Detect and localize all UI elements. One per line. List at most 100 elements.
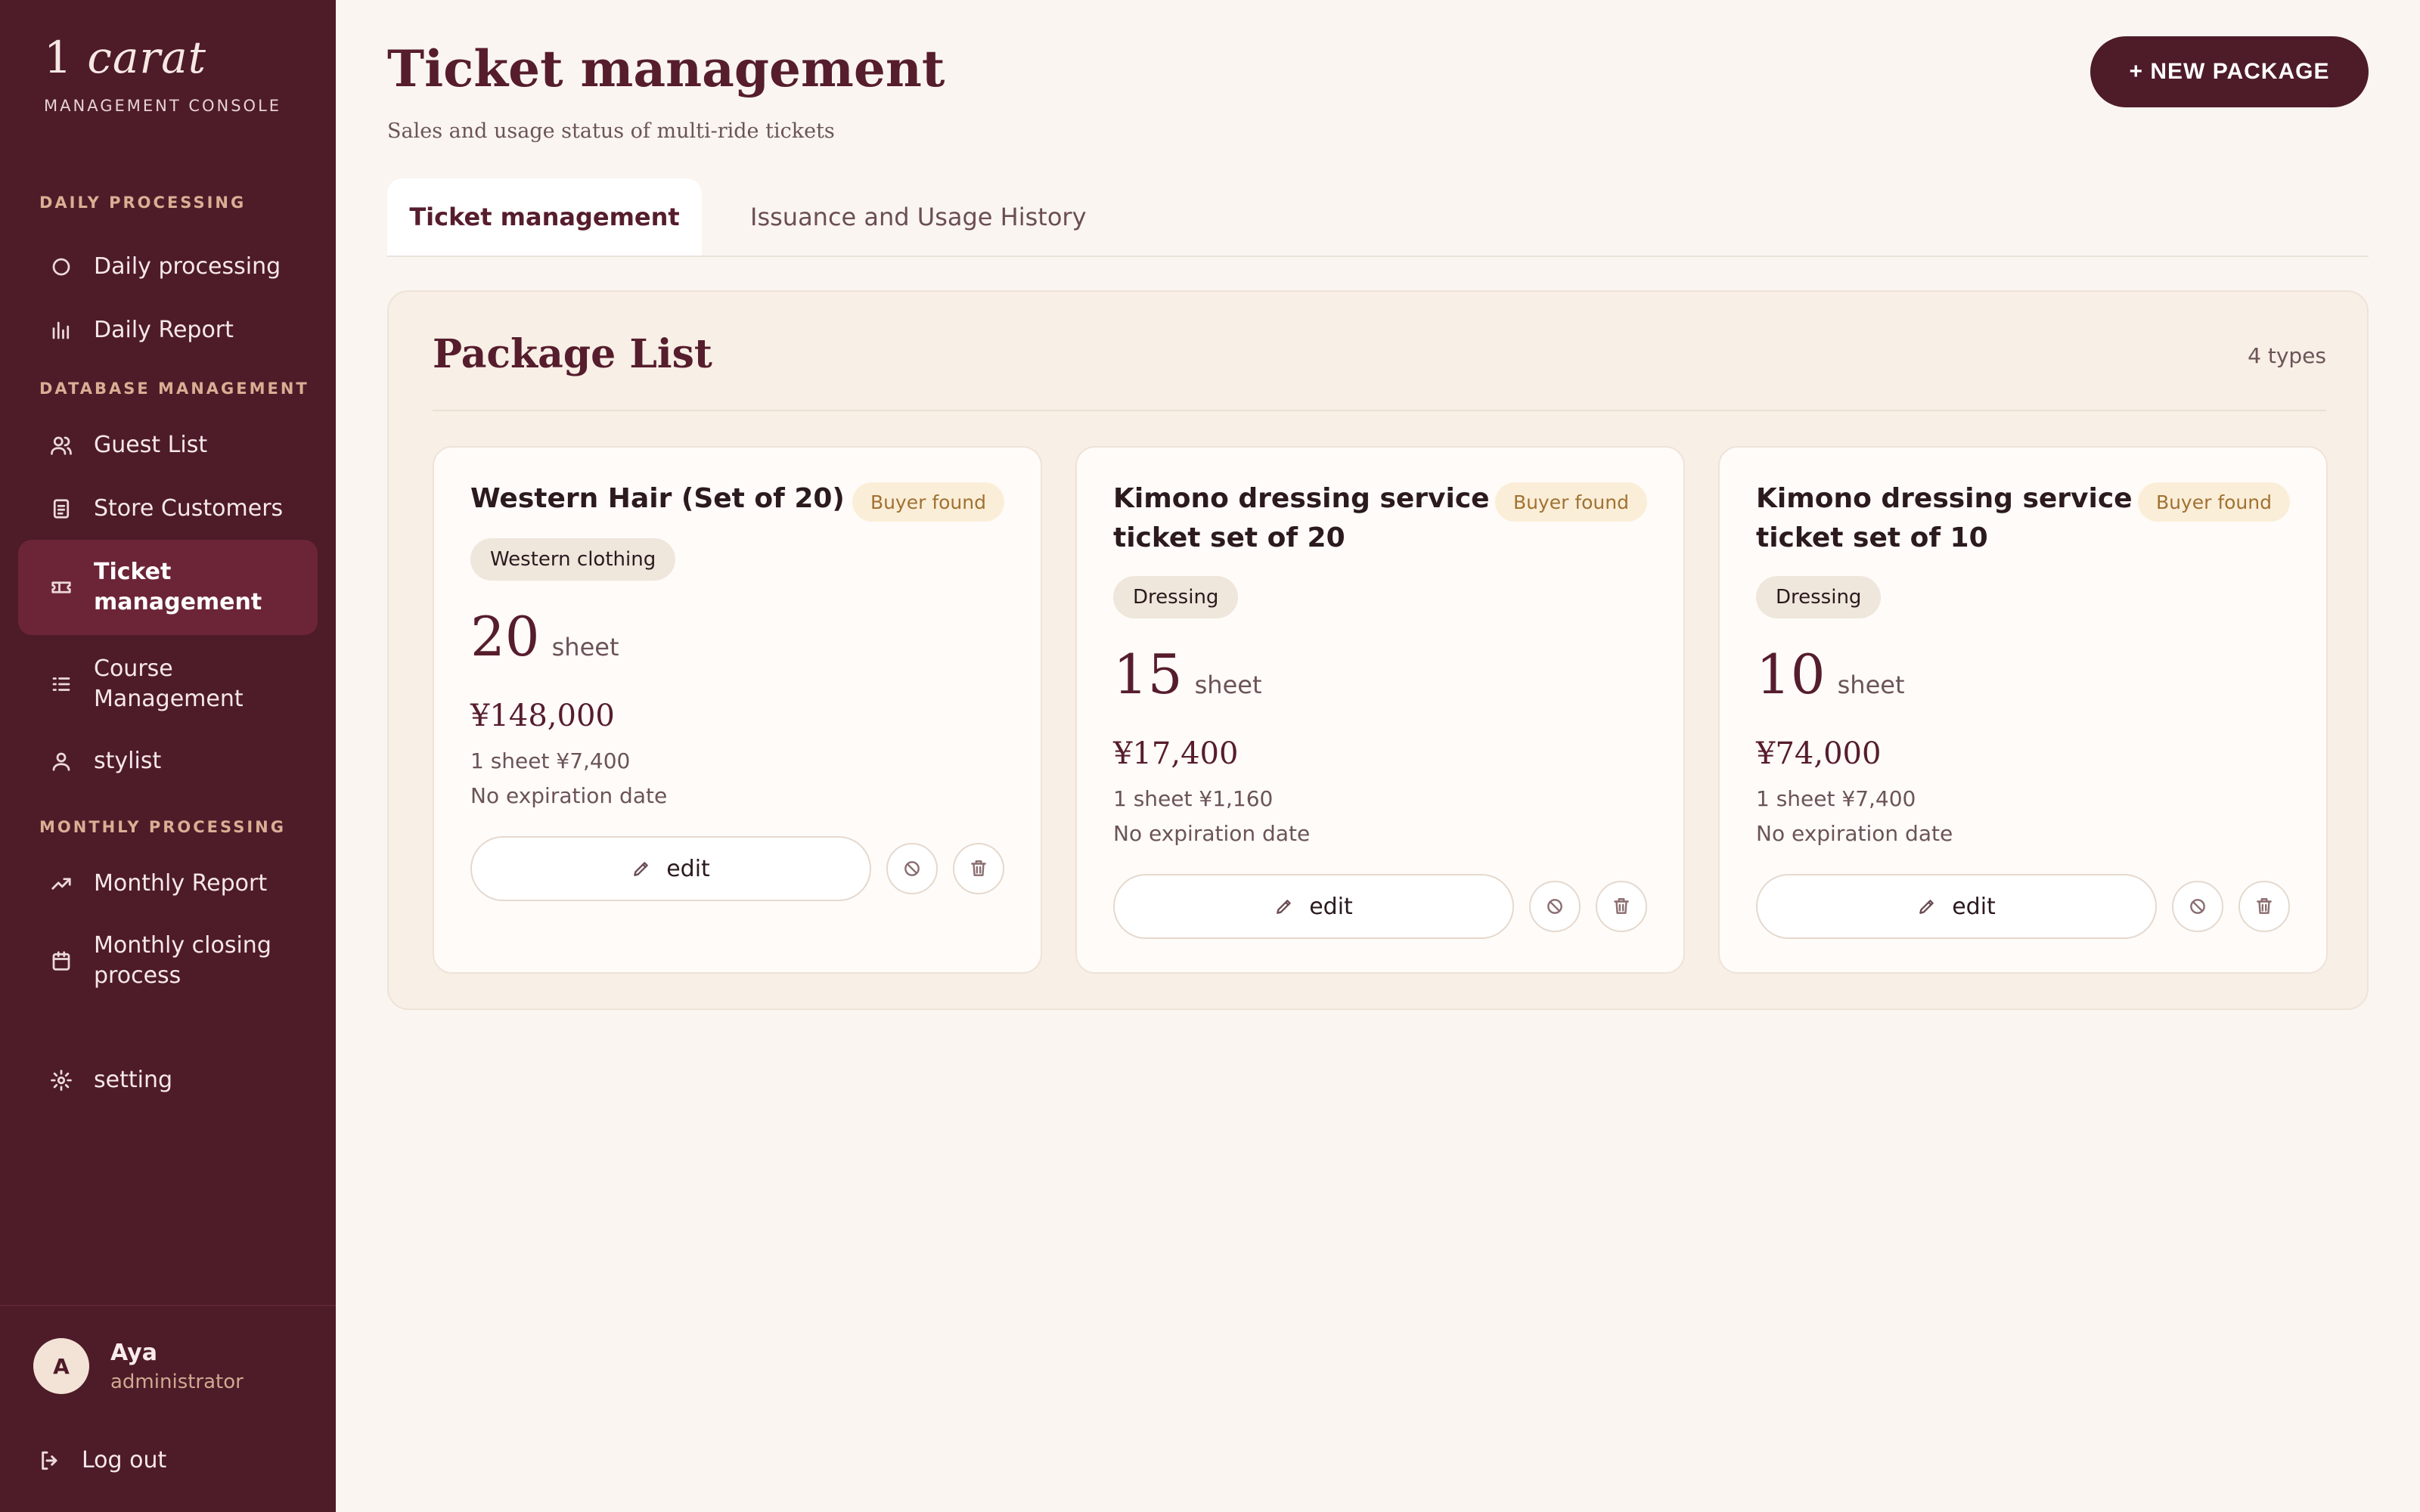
user-role: administrator [110,1370,244,1393]
package-title: Kimono dressing service ticket set of 10 [1756,483,2133,553]
sidebar-item-daily-processing[interactable]: Daily processing [18,243,318,290]
expiration-text: No expiration date [470,783,668,808]
page-subtitle: Sales and usage status of multi-ride tic… [387,119,835,143]
edit-label: edit [666,855,710,882]
new-package-button[interactable]: + NEW PACKAGE [2090,36,2369,107]
page-title: Ticket management [387,39,945,98]
expiration-text: No expiration date [1113,821,1311,846]
package-card: Western Hair (Set of 20) Buyer found Wes… [433,446,1042,974]
status-badge: Buyer found [852,482,1004,522]
bar-chart-icon [48,318,74,343]
brand-logo: 1 carat [44,32,207,83]
sidebar-item-monthly-report[interactable]: Monthly Report [18,860,318,907]
delete-button[interactable] [953,843,1004,894]
sidebar-item-monthly-closing[interactable]: Monthly closing process [18,925,318,996]
section-monthly-processing: MONTHLY PROCESSING [39,818,286,836]
disable-button[interactable] [1529,881,1581,932]
ban-icon [904,861,920,876]
brand[interactable]: 1 carat MANAGEMENT CONSOLE [44,32,281,115]
pencil-icon [1277,900,1291,914]
ticket-quantity: 10 [1756,643,1826,706]
quantity-unit: sheet [1194,671,1262,699]
circle-icon [48,254,74,280]
edit-label: edit [1309,893,1353,920]
sidebar-item-setting[interactable]: setting [18,1057,318,1104]
quantity-unit: sheet [551,633,619,662]
per-sheet-price: 1 sheet ¥7,400 [1756,786,1916,811]
expiration-text: No expiration date [1756,821,1953,846]
package-list-panel: Package List 4 types Western Hair (Set o… [387,290,2369,1010]
quantity-unit: sheet [1837,671,1905,699]
tab-ticket-management[interactable]: Ticket management [387,178,702,256]
pencil-icon [634,862,648,876]
clipboard-icon [48,496,74,522]
trash-icon [971,860,986,876]
package-title: Kimono dressing service ticket set of 20 [1113,483,1490,553]
calendar-icon [48,948,74,974]
sidebar-item-daily-report[interactable]: Daily Report [18,307,318,354]
tab-issuance-usage-history[interactable]: Issuance and Usage History [750,178,1087,256]
pencil-icon [1919,900,1934,914]
brand-subtitle: MANAGEMENT CONSOLE [44,97,282,115]
tabs-divider [387,256,2369,257]
sidebar-item-label: Monthly Report [94,870,268,897]
trash-icon [1614,898,1629,914]
logout-icon [42,1451,57,1470]
logout-label: Log out [82,1447,167,1473]
status-badge: Buyer found [1494,482,1647,522]
edit-button[interactable]: edit [1756,874,2157,939]
package-price: ¥148,000 [470,699,615,733]
sidebar-item-stylist[interactable]: stylist [18,738,318,785]
category-badge: Dressing [1113,576,1239,618]
users-icon [48,432,74,458]
package-price: ¥17,400 [1113,736,1239,771]
user-profile[interactable]: A Aya administrator [33,1338,244,1394]
sidebar-divider [0,1305,336,1306]
disable-button[interactable] [886,843,938,894]
trending-up-icon [48,871,74,897]
sidebar-item-course-management[interactable]: Course Management [18,649,318,720]
delete-button[interactable] [1596,881,1647,932]
delete-button[interactable] [2238,881,2290,932]
sidebar: 1 carat MANAGEMENT CONSOLE DAILY PROCESS… [0,0,336,1512]
section-daily-processing: DAILY PROCESSING [39,194,247,212]
user-icon [48,748,74,774]
gear-icon [48,1067,74,1093]
sidebar-item-label: Daily Report [94,317,234,343]
sidebar-item-label: Guest List [94,432,208,458]
sidebar-item-label: Course Management [94,655,244,712]
status-badge: Buyer found [2137,482,2290,522]
ban-icon [1547,899,1562,914]
panel-title: Package List [433,331,712,377]
package-card: Kimono dressing service ticket set of 10… [1718,446,2328,974]
package-card: Kimono dressing service ticket set of 20… [1075,446,1685,974]
ticket-icon [48,575,74,600]
package-price: ¥74,000 [1756,736,1882,771]
section-database-management: DATABASE MANAGEMENT [39,380,309,398]
trash-icon [2257,898,2272,914]
sidebar-item-ticket-management[interactable]: Ticket management [18,540,318,635]
sidebar-item-label: Monthly closing process [94,932,271,989]
sidebar-item-label: stylist [94,748,162,774]
list-icon [48,671,74,697]
package-count: 4 types [2248,343,2326,368]
ticket-quantity: 20 [470,605,540,668]
sidebar-item-label: setting [94,1067,173,1093]
per-sheet-price: 1 sheet ¥1,160 [1113,786,1274,811]
logout-button[interactable]: Log out [38,1447,166,1473]
category-badge: Dressing [1756,576,1882,618]
avatar: A [33,1338,89,1394]
disable-button[interactable] [2172,881,2223,932]
sidebar-item-label: Daily processing [94,253,281,280]
sidebar-item-guest-list[interactable]: Guest List [18,422,318,469]
ticket-quantity: 15 [1113,643,1183,706]
sidebar-item-label: Store Customers [94,495,284,522]
sidebar-item-store-customers[interactable]: Store Customers [18,485,318,532]
edit-button[interactable]: edit [1113,874,1514,939]
user-name: Aya [110,1339,157,1366]
category-badge: Western clothing [470,538,676,581]
edit-label: edit [1952,893,1996,920]
panel-divider [433,410,2326,411]
per-sheet-price: 1 sheet ¥7,400 [470,748,631,773]
edit-button[interactable]: edit [470,836,871,901]
